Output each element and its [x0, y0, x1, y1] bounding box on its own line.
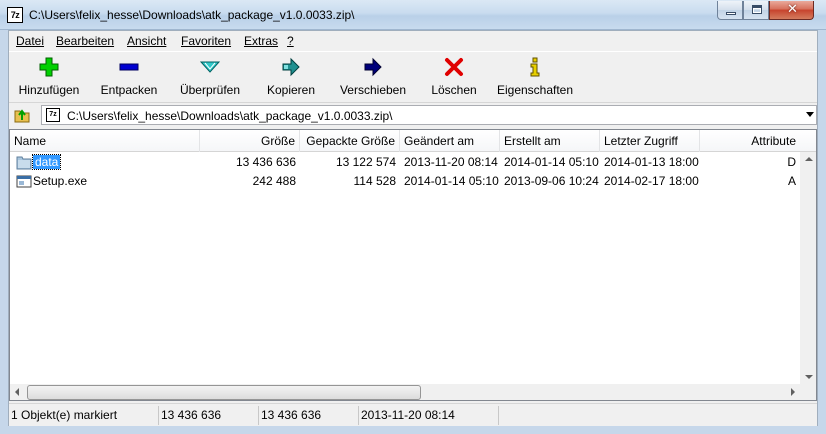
archive-7z-icon: 7z — [46, 108, 60, 122]
delete-x-icon — [445, 58, 463, 76]
scrollbar-thumb[interactable] — [27, 385, 421, 400]
test-label: Überprüfen — [179, 83, 241, 97]
column-header-attributes[interactable]: Attribute — [700, 130, 800, 152]
copy-button[interactable]: Kopieren — [255, 52, 327, 100]
horizontal-scrollbar[interactable] — [10, 384, 800, 400]
chevron-down-icon[interactable] — [806, 112, 814, 117]
cell-created: 2013-09-06 10:24 — [504, 174, 599, 188]
cell-packed-size: 13 122 574 — [335, 155, 396, 169]
cell-accessed: 2014-02-17 18:00 — [604, 174, 699, 188]
add-label: Hinzufügen — [18, 83, 80, 97]
menu-help[interactable]: ? — [287, 34, 294, 48]
minimize-button[interactable] — [717, 1, 743, 20]
column-header-packed-size[interactable]: Gepackte Größe — [300, 130, 400, 152]
status-modified: 2013-11-20 08:14 — [359, 406, 499, 425]
menu-label: Ansicht — [127, 34, 167, 48]
extract-label: Entpacken — [100, 83, 158, 97]
cell-created: 2014-01-14 05:10 — [504, 155, 599, 169]
up-folder-icon[interactable] — [13, 106, 31, 124]
cell-name: data — [10, 153, 200, 172]
close-icon: ✕ — [787, 2, 798, 17]
window-client-area: Datei Bearbeiten Ansicht Favoriten Extra… — [8, 30, 818, 426]
menu-label: Datei — [16, 34, 45, 48]
menu-favoriten[interactable]: Favoriten — [181, 34, 231, 48]
scrollbar-corner — [800, 384, 816, 400]
scroll-up-icon[interactable] — [805, 157, 813, 161]
menu-label: ? — [287, 34, 294, 48]
list-header-filler — [800, 130, 816, 152]
app-7zip-icon: 7z — [7, 7, 23, 23]
title-bar[interactable]: 7z C:\Users\felix_hesse\Downloads\atk_pa… — [0, 0, 826, 30]
cell-accessed: 2014-01-13 18:00 — [604, 155, 699, 169]
menu-extras[interactable]: Extras — [244, 34, 278, 48]
cell-size: 13 436 636 — [235, 155, 296, 169]
path-combobox[interactable]: 7z C:\Users\felix_hesse\Downloads\atk_pa… — [41, 105, 817, 125]
menu-label: Extras — [244, 34, 279, 48]
cell-attributes: A — [787, 174, 796, 188]
test-button[interactable]: Überprüfen — [172, 52, 248, 100]
cell-name: Setup.exe — [33, 174, 88, 188]
cell-packed-size: 114 528 — [353, 174, 397, 188]
extract-button[interactable]: Entpacken — [93, 52, 165, 100]
window-title: C:\Users\felix_hesse\Downloads\atk_packa… — [29, 8, 355, 22]
maximize-button[interactable] — [743, 1, 769, 20]
file-list[interactable]: Name Größe Gepackte Größe Geändert am Er… — [9, 129, 817, 401]
copy-arrow-icon — [282, 57, 300, 77]
scroll-right-icon[interactable] — [791, 388, 795, 396]
delete-button[interactable]: Löschen — [421, 52, 487, 100]
properties-button[interactable]: Eigenschaften — [493, 52, 577, 100]
address-bar: 7z C:\Users\felix_hesse\Downloads\atk_pa… — [9, 102, 817, 127]
menu-bar: Datei Bearbeiten Ansicht Favoriten Extra… — [9, 31, 817, 50]
status-size: 13 436 636 — [159, 406, 259, 425]
menu-label: Bearbeiten — [56, 34, 115, 48]
move-arrow-icon — [364, 57, 382, 77]
selected-name: data — [31, 154, 62, 170]
menu-datei[interactable]: Datei — [16, 34, 44, 48]
info-icon — [530, 57, 540, 77]
toolbar: Hinzufügen Entpacken Überprüfen Kopieren — [9, 51, 817, 100]
vertical-scrollbar[interactable] — [800, 152, 816, 384]
status-packed-size: 13 436 636 — [259, 406, 359, 425]
status-selection: 1 Objekt(e) markiert — [9, 406, 159, 425]
minus-icon — [119, 63, 139, 71]
scroll-down-icon[interactable] — [805, 375, 813, 379]
menu-label: Favoriten — [181, 34, 232, 48]
menu-ansicht[interactable]: Ansicht — [127, 34, 166, 48]
close-button[interactable]: ✕ — [769, 1, 814, 20]
copy-label: Kopieren — [266, 83, 316, 97]
list-header: Name Größe Gepackte Größe Geändert am Er… — [10, 130, 800, 152]
properties-label: Eigenschaften — [496, 83, 574, 97]
cell-modified: 2013-11-20 08:14 — [404, 155, 498, 169]
checkmark-icon — [200, 61, 220, 73]
cell-attributes: D — [787, 155, 796, 169]
move-label: Verschieben — [339, 83, 407, 97]
status-bar: 1 Objekt(e) markiert 13 436 636 13 436 6… — [9, 403, 817, 426]
column-header-name[interactable]: Name — [10, 130, 200, 152]
cell-modified: 2014-01-14 05:10 — [404, 174, 499, 188]
table-row[interactable]: Setup.exe 242 488 114 528 2014-01-14 05:… — [10, 172, 800, 191]
move-button[interactable]: Verschieben — [335, 52, 411, 100]
scroll-left-icon[interactable] — [15, 388, 19, 396]
maximize-icon — [752, 5, 762, 14]
path-input[interactable]: C:\Users\felix_hesse\Downloads\atk_packa… — [67, 109, 393, 123]
column-header-size[interactable]: Größe — [200, 130, 300, 152]
delete-label: Löschen — [431, 83, 477, 97]
table-row[interactable]: data 13 436 636 13 122 574 2013-11-20 08… — [10, 153, 800, 172]
minimize-icon — [726, 12, 736, 15]
column-header-modified[interactable]: Geändert am — [400, 130, 500, 152]
cell-size: 242 488 — [252, 174, 296, 188]
column-header-created[interactable]: Erstellt am — [500, 130, 600, 152]
plus-icon — [39, 57, 59, 77]
column-header-accessed[interactable]: Letzter Zugriff — [600, 130, 700, 152]
menu-bearbeiten[interactable]: Bearbeiten — [56, 34, 114, 48]
add-button[interactable]: Hinzufügen — [11, 52, 87, 100]
